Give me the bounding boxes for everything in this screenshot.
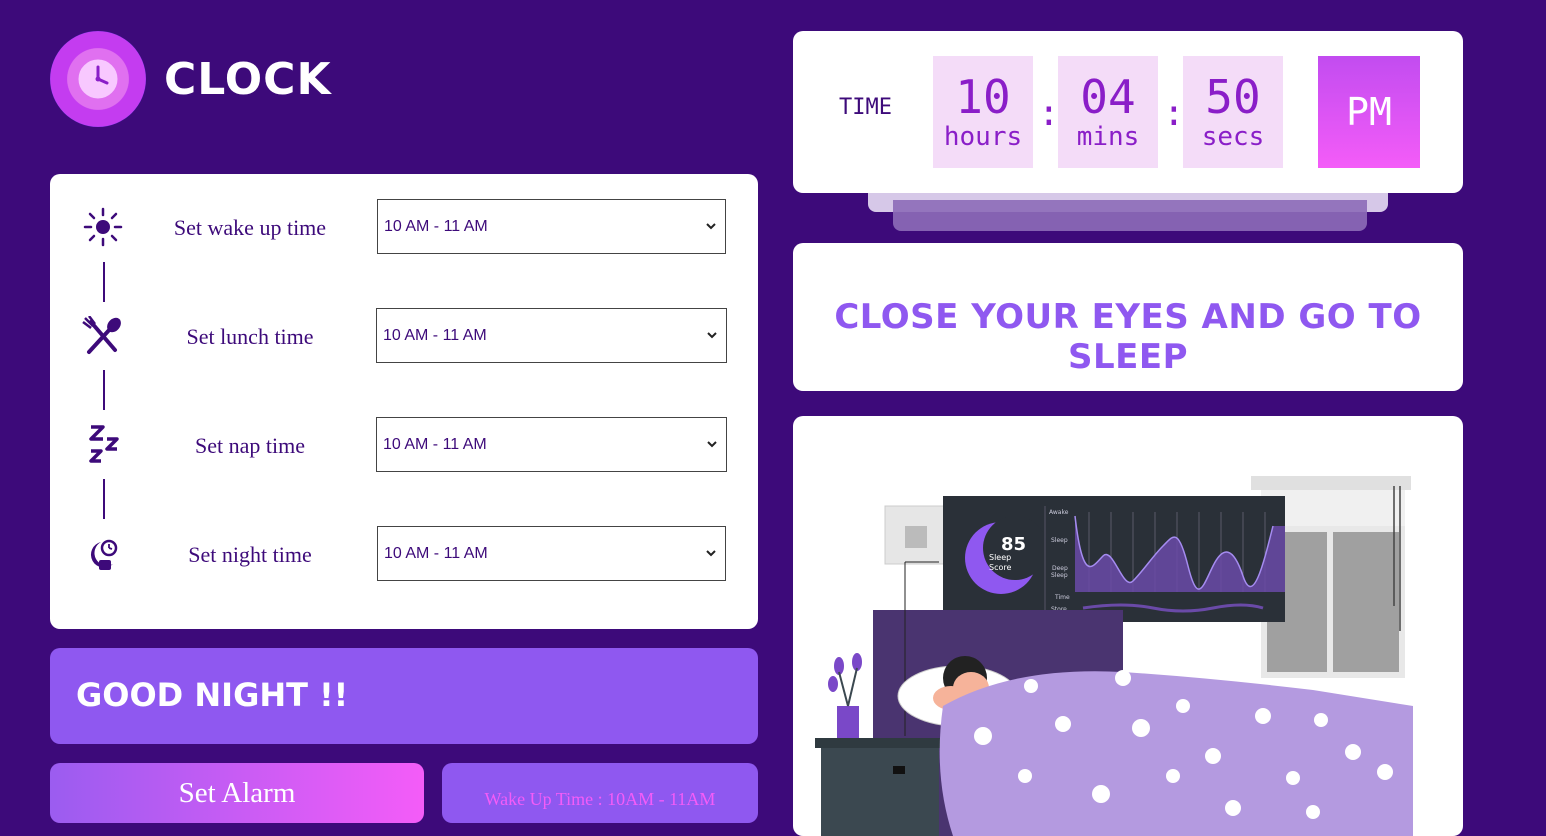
nap-row: Set nap time 10 AM - 11 AM bbox=[50, 417, 758, 473]
window-pane bbox=[1333, 532, 1399, 672]
nap-label: Set nap time bbox=[195, 433, 305, 458]
sleep-score-label: Score bbox=[989, 563, 1011, 572]
app-logo: CLOCK bbox=[50, 31, 332, 127]
lunch-select[interactable]: 10 AM - 11 AM bbox=[376, 308, 727, 363]
moon-clock-icon bbox=[80, 534, 126, 574]
lunch-label: Set lunch time bbox=[186, 324, 314, 349]
hours-value: 10 bbox=[955, 70, 1011, 124]
app-title: CLOCK bbox=[164, 53, 332, 105]
time-card-shadow bbox=[893, 200, 1367, 231]
night-select[interactable]: 10 AM - 11 AM bbox=[377, 526, 726, 581]
blanket bbox=[939, 671, 1413, 836]
flower-vase bbox=[837, 706, 859, 738]
nightstand bbox=[815, 738, 945, 748]
chart-label: Deep bbox=[1052, 565, 1068, 572]
secs-box: 50 secs bbox=[1183, 56, 1283, 168]
mins-box: 04 mins bbox=[1058, 56, 1158, 168]
chevron-down-icon bbox=[707, 441, 717, 448]
hours-unit: hours bbox=[943, 122, 1023, 152]
good-night-text: GOOD NIGHT !! bbox=[76, 676, 349, 714]
wake-up-row: Set wake up time 10 AM - 11 AM bbox=[50, 199, 758, 255]
sleep-message-text: CLOSE YOUR EYES AND GO TO SLEEP bbox=[834, 297, 1422, 377]
clock-logo-icon bbox=[50, 31, 146, 127]
time-card: TIME 10 hours : 04 mins : 50 secs PM bbox=[793, 31, 1463, 193]
schedule-card: Set wake up time 10 AM - 11 AM Set lunch… bbox=[50, 174, 758, 629]
am-pm-indicator: PM bbox=[1318, 56, 1420, 168]
chevron-down-icon bbox=[707, 332, 717, 339]
time-separator: : bbox=[1038, 93, 1060, 134]
timeline-connector bbox=[103, 262, 105, 302]
chart-label: Sleep bbox=[1051, 572, 1068, 579]
lunch-row: Set lunch time 10 AM - 11 AM bbox=[50, 308, 758, 364]
timeline-connector bbox=[103, 479, 105, 519]
nap-select[interactable]: 10 AM - 11 AM bbox=[376, 417, 727, 472]
sleep-message-card: CLOSE YOUR EYES AND GO TO SLEEP bbox=[793, 243, 1463, 391]
time-separator: : bbox=[1163, 93, 1185, 134]
secs-value: 50 bbox=[1205, 70, 1261, 124]
night-row: Set night time 10 AM - 11 AM bbox=[50, 526, 758, 582]
sun-icon bbox=[80, 207, 126, 247]
nap-select-value: 10 AM - 11 AM bbox=[383, 435, 487, 453]
timeline-connector bbox=[103, 370, 105, 410]
chevron-down-icon bbox=[706, 223, 716, 230]
sleep-score-value: 85 bbox=[1001, 534, 1026, 555]
time-label: TIME bbox=[839, 95, 892, 120]
wake-up-select[interactable]: 10 AM - 11 AM bbox=[377, 199, 726, 254]
chart-label: Time bbox=[1054, 594, 1070, 601]
sleep-score-label: Sleep bbox=[989, 553, 1011, 562]
sleep-illustration: 85 Sleep Score Awake Sleep Deep Sleep Ti… bbox=[793, 416, 1463, 836]
fork-spoon-icon bbox=[80, 316, 126, 356]
secs-unit: secs bbox=[1201, 122, 1265, 152]
night-select-value: 10 AM - 11 AM bbox=[384, 544, 488, 562]
set-alarm-button[interactable]: Set Alarm bbox=[50, 763, 424, 823]
hours-box: 10 hours bbox=[933, 56, 1033, 168]
good-night-banner: GOOD NIGHT !! bbox=[50, 648, 758, 744]
mins-value: 04 bbox=[1080, 70, 1136, 124]
mins-unit: mins bbox=[1076, 122, 1140, 152]
wake-up-time-display: Wake Up Time : 10AM - 11AM bbox=[442, 763, 758, 823]
chevron-down-icon bbox=[706, 550, 716, 557]
night-label: Set night time bbox=[188, 542, 312, 567]
chart-label: Awake bbox=[1049, 509, 1069, 516]
wake-up-label: Set wake up time bbox=[173, 215, 327, 240]
wake-up-select-value: 10 AM - 11 AM bbox=[384, 217, 488, 235]
lunch-select-value: 10 AM - 11 AM bbox=[383, 326, 487, 344]
zzz-icon bbox=[80, 425, 126, 465]
chart-label: Sleep bbox=[1051, 537, 1068, 544]
curtain-rail bbox=[1251, 476, 1411, 490]
